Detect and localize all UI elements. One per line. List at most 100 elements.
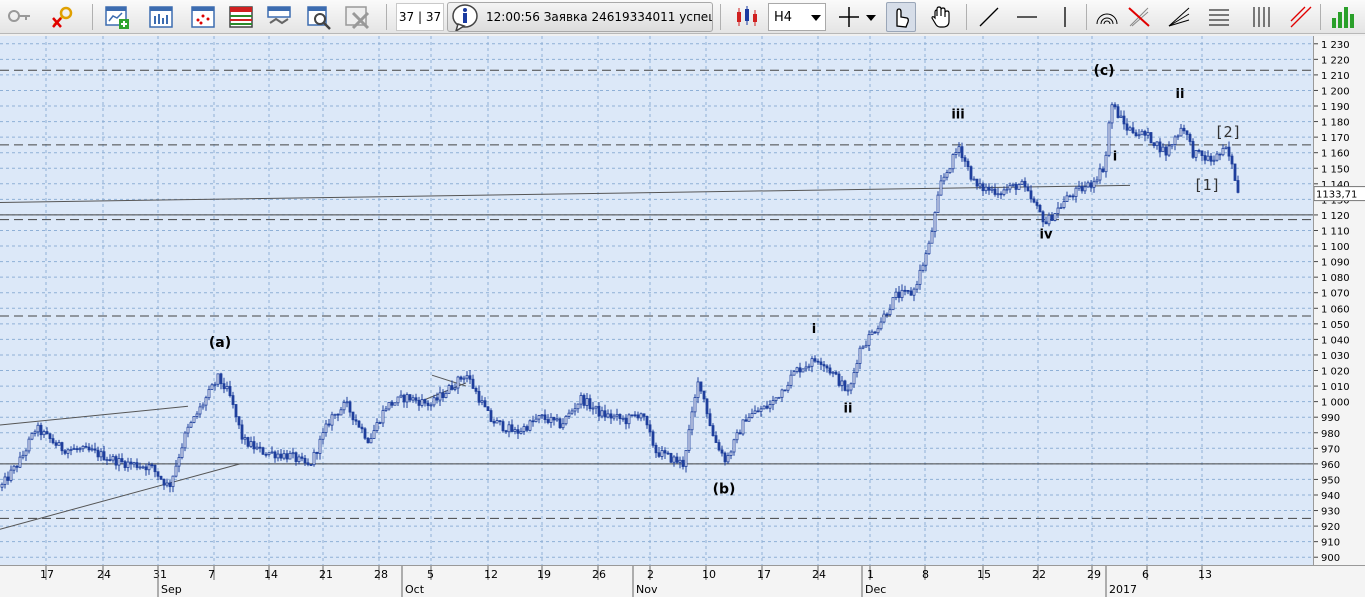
candle-body: [399, 394, 403, 398]
candle-body: [948, 168, 952, 173]
candle-body: [1164, 146, 1168, 156]
candle-body: [738, 432, 742, 435]
trendline-icon[interactable]: [974, 2, 1004, 32]
candle-body: [696, 381, 700, 398]
candle-body: [615, 413, 619, 417]
candle-body: [795, 367, 799, 372]
day-label: 5: [427, 568, 434, 581]
candle-body: [480, 400, 484, 403]
horizontal-line-icon[interactable]: [1012, 2, 1042, 32]
candle-body: [1155, 141, 1159, 147]
candle-body: [537, 415, 541, 420]
candle-body: [630, 414, 634, 417]
bar-chart-icon[interactable]: [146, 2, 176, 32]
key-icon[interactable]: [4, 2, 34, 32]
candle-body: [531, 420, 535, 423]
arc-icon[interactable]: [1092, 2, 1122, 32]
candle-body: [204, 397, 208, 406]
volume-icon[interactable]: [1328, 2, 1358, 32]
candle-body: [111, 456, 115, 461]
candle-body: [951, 154, 955, 170]
candle-body: [15, 465, 19, 468]
status-message[interactable]: 12:00:56 Заявка 24619334011 успешно: [447, 2, 713, 32]
price-tick-label: 950: [1321, 475, 1340, 486]
crosshair-icon[interactable]: [834, 2, 864, 32]
scatter-icon[interactable]: [188, 2, 218, 32]
candle-body: [1236, 180, 1240, 193]
table-icon[interactable]: [226, 2, 256, 32]
delete-table-icon[interactable]: [342, 2, 372, 32]
candle-body: [684, 450, 688, 467]
channel-icon[interactable]: [1246, 2, 1276, 32]
wave-label: ii: [1176, 87, 1185, 102]
candle-body: [261, 447, 265, 455]
info-icon: [450, 4, 480, 31]
month-label: Sep: [161, 583, 182, 596]
candles-icon[interactable]: [732, 2, 762, 32]
wave-label: iv: [1040, 227, 1053, 242]
candle-body: [729, 451, 733, 456]
search-settings-icon[interactable]: [304, 2, 334, 32]
price-tick-label: 900: [1321, 553, 1340, 564]
fan-icon[interactable]: [1164, 2, 1194, 32]
price-tick-label: 1 150: [1321, 164, 1350, 175]
day-label: 14: [264, 568, 278, 581]
candle-body: [588, 398, 592, 409]
chart-canvas[interactable]: (a)(b)(c)iiiiiiiviii[2][1]: [0, 36, 1313, 565]
candle-body: [12, 465, 16, 471]
ray-icon[interactable]: [1286, 2, 1316, 32]
candle-body: [258, 446, 262, 449]
price-tick-label: 1 010: [1321, 382, 1350, 393]
candle-body: [1038, 204, 1042, 213]
price-axis[interactable]: 1 230 1 220 1 210 1 200 1 190 1 180 1 170 1 160…: [1313, 36, 1365, 565]
candle-body: [849, 383, 853, 391]
candle-body: [714, 435, 718, 443]
timeframe-select[interactable]: H4: [768, 3, 826, 31]
candle-body: [636, 414, 640, 419]
candle-body: [1167, 145, 1171, 156]
day-label: 6: [1142, 568, 1149, 581]
candle-body: [900, 289, 904, 299]
chart-add-icon[interactable]: [102, 2, 132, 32]
candle-body: [297, 456, 301, 462]
time-axis[interactable]: 17 24 31 7 14 21 28 5 12 19 26 2 10 17 24 1 8 15 22 29 6 13 Se…: [0, 565, 1365, 597]
disabled-icon[interactable]: [1124, 2, 1154, 32]
hand-icon[interactable]: [926, 2, 956, 32]
candle-body: [1227, 146, 1231, 157]
candle-body: [1092, 181, 1096, 188]
pointer-icon[interactable]: [886, 2, 916, 32]
day-label: 8: [922, 568, 929, 581]
candle-body: [144, 466, 148, 471]
candle-body: [819, 361, 823, 365]
price-chart[interactable]: (a) (b) (c) i ii iii iv i ii [2] [1]: [0, 36, 1313, 565]
levels-icon[interactable]: [1204, 2, 1234, 32]
status-text: 12:00:56 Заявка 24619334011 успешно: [486, 10, 713, 24]
candle-body: [360, 426, 364, 430]
candle-body: [435, 397, 439, 401]
wave-label: i: [812, 322, 816, 337]
handshake-icon[interactable]: [264, 2, 294, 32]
candle-body: [339, 409, 343, 416]
current-price-label: 1133,71: [1316, 190, 1357, 201]
candle-body: [945, 172, 949, 178]
candle-body: [186, 426, 190, 434]
candle-body: [1080, 186, 1084, 192]
key-cancel-icon[interactable]: [48, 2, 78, 32]
candle-body: [594, 405, 598, 409]
crosshair-dropdown-icon[interactable]: [862, 2, 880, 32]
candle-body: [591, 407, 595, 410]
candle-body: [546, 419, 550, 423]
month-label: Oct: [405, 583, 425, 596]
candle-body: [807, 365, 811, 368]
candle-body: [213, 383, 217, 386]
vertical-line-icon[interactable]: [1050, 2, 1080, 32]
candle-body: [0, 483, 4, 488]
candle-body: [663, 450, 667, 454]
candle-body: [792, 371, 796, 376]
candle-body: [1221, 147, 1225, 156]
candle-body: [567, 412, 571, 417]
candle-body: [852, 372, 856, 385]
candle-body: [516, 429, 520, 434]
candle-body: [726, 455, 730, 463]
candle-body: [471, 378, 475, 389]
